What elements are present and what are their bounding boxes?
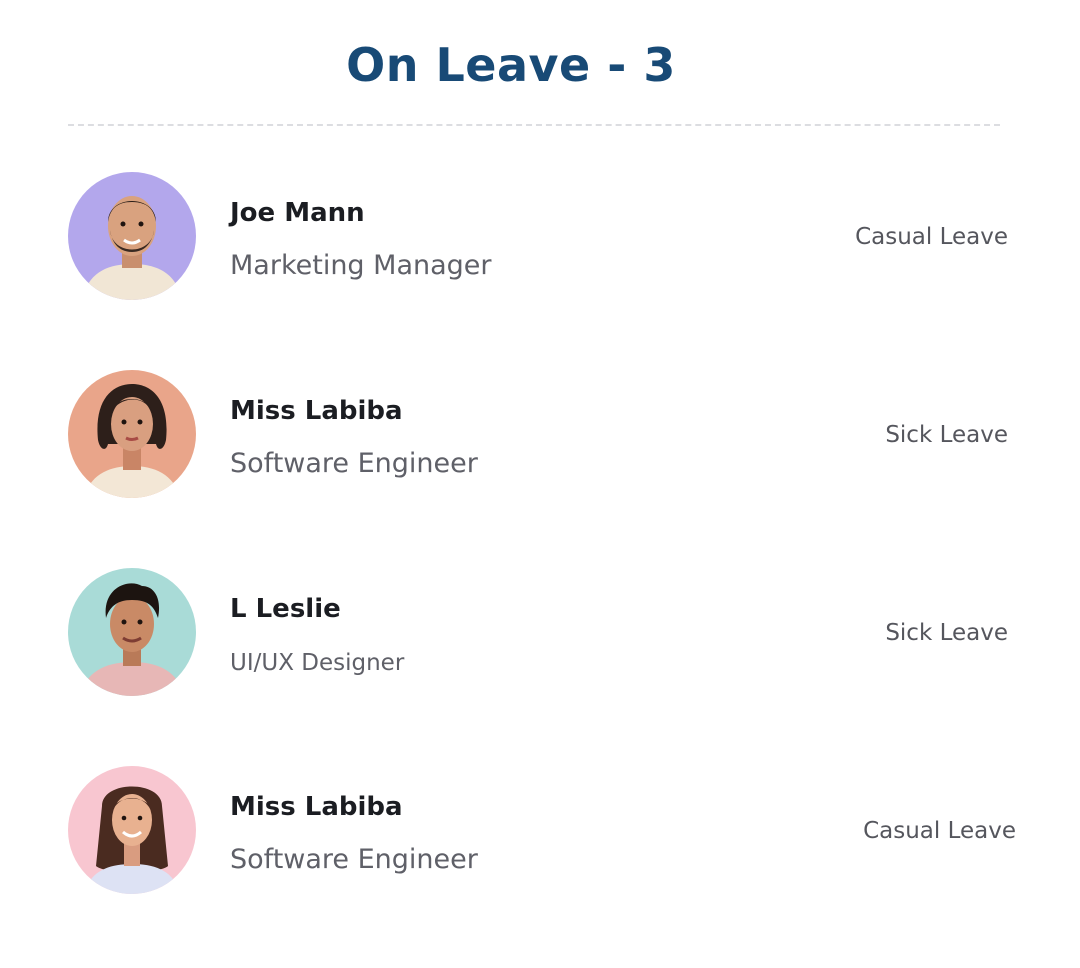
employee-name: Miss Labiba bbox=[230, 396, 403, 426]
avatar[interactable] bbox=[68, 172, 196, 300]
woman-with-bob-haircut-avatar-icon bbox=[68, 370, 196, 498]
leave-type-label: Casual Leave bbox=[855, 224, 1008, 250]
list-item[interactable]: Miss Labiba Software Engineer Casual Lea… bbox=[68, 766, 1016, 894]
list-item[interactable]: L Leslie UI/UX Designer Sick Leave bbox=[68, 568, 1008, 696]
employee-name: Miss Labiba bbox=[230, 792, 403, 822]
list-item[interactable]: Miss Labiba Software Engineer Sick Leave bbox=[68, 370, 1008, 498]
list-item[interactable]: Joe Mann Marketing Manager Casual Leave bbox=[68, 172, 1008, 300]
employee-name: Joe Mann bbox=[230, 198, 365, 228]
employee-role: Software Engineer bbox=[230, 844, 478, 875]
avatar[interactable] bbox=[68, 766, 196, 894]
employee-name: L Leslie bbox=[230, 594, 341, 624]
woman-with-long-hair-avatar-icon bbox=[68, 766, 196, 894]
employee-role: Marketing Manager bbox=[230, 250, 492, 281]
leave-type-label: Sick Leave bbox=[885, 422, 1008, 448]
leave-list: Joe Mann Marketing Manager Casual Leave … bbox=[0, 0, 1080, 968]
employee-role: Software Engineer bbox=[230, 448, 478, 479]
man-smiling-avatar-icon bbox=[68, 568, 196, 696]
leave-type-label: Sick Leave bbox=[885, 620, 1008, 646]
avatar[interactable] bbox=[68, 370, 196, 498]
avatar[interactable] bbox=[68, 568, 196, 696]
employee-role: UI/UX Designer bbox=[230, 650, 405, 676]
man-with-beard-avatar-icon bbox=[68, 172, 196, 300]
leave-type-label: Casual Leave bbox=[863, 818, 1016, 844]
